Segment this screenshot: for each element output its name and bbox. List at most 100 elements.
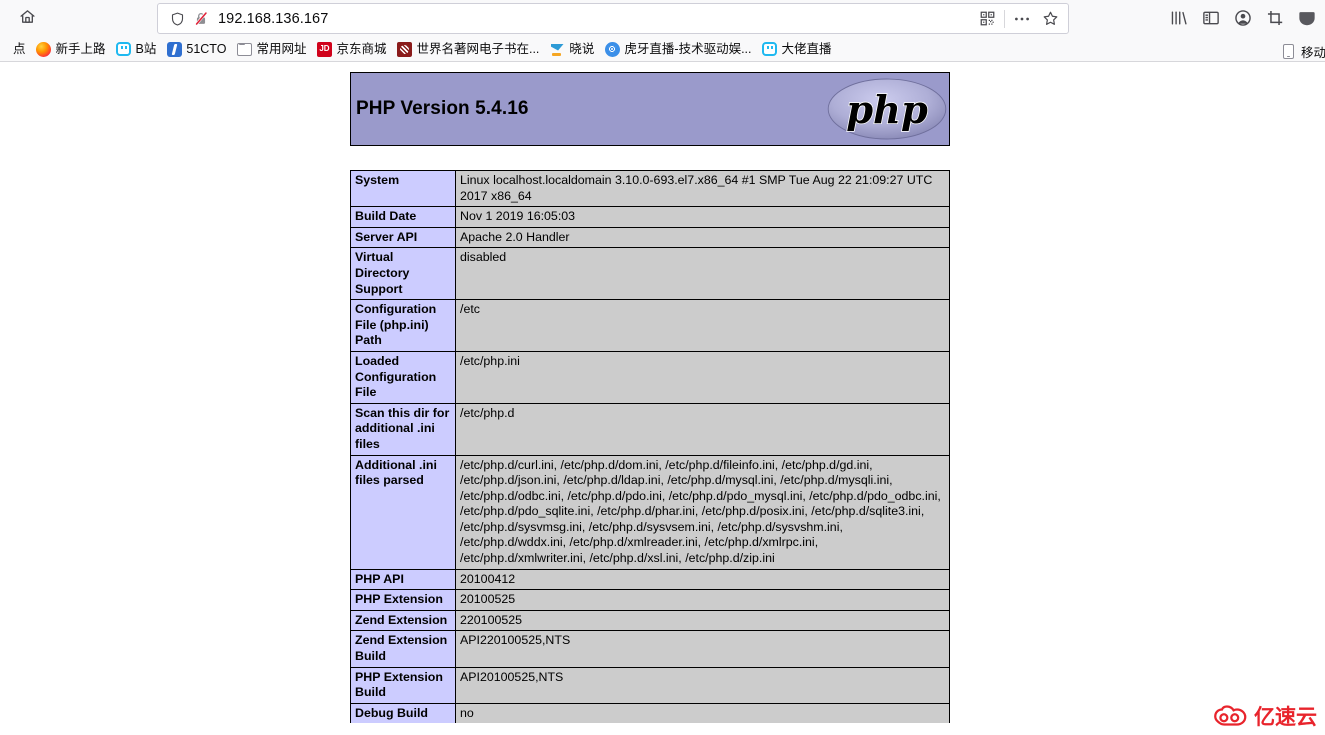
table-row: Configuration File (php.ini) Path /etc <box>350 299 950 352</box>
bookmark-item-book-site[interactable]: 世界名著网电子书在... <box>391 39 544 59</box>
three-dots-icon[interactable] <box>1008 6 1036 32</box>
row-key: Virtual Directory Support <box>350 247 456 301</box>
svg-text:php: php <box>846 88 928 133</box>
pocket-icon[interactable] <box>1291 3 1323 33</box>
star-icon[interactable] <box>1036 6 1064 32</box>
table-row: Zend Extension 220100525 <box>350 609 950 632</box>
bookmark-item-changyongwangzhi[interactable]: 常用网址 <box>231 39 311 59</box>
phpinfo-table: System Linux localhost.localdomain 3.10.… <box>350 169 950 724</box>
bookmark-label: 51CTO <box>186 42 227 56</box>
bookmark-label: 京东商城 <box>336 42 387 56</box>
bookmark-item-0[interactable]: 点 <box>0 39 31 59</box>
row-value: Nov 1 2019 16:05:03 <box>455 206 950 228</box>
jd-icon: JD <box>316 41 332 57</box>
table-row: PHP Extension Build API20100525,NTS <box>350 666 950 704</box>
shield-icon[interactable] <box>166 7 188 31</box>
phpinfo-table-body: System Linux localhost.localdomain 3.10.… <box>350 169 950 724</box>
table-row: Additional .ini files parsed /etc/php.d/… <box>350 454 950 570</box>
row-key: PHP API <box>350 568 456 591</box>
row-value: /etc/php.ini <box>455 350 950 404</box>
row-key: PHP Extension Build <box>350 666 456 704</box>
bookmark-item-bilibili[interactable]: B站 <box>111 39 162 59</box>
bookmark-item-dalao-zhibo[interactable]: 大佬直播 <box>757 39 837 59</box>
row-value: no <box>455 702 950 724</box>
huya-icon <box>604 41 620 57</box>
bookmark-label: 大佬直播 <box>781 42 832 56</box>
qr-code-icon[interactable] <box>973 6 1001 32</box>
bookmark-label: 晓说 <box>569 42 595 56</box>
bookmark-label: 新手上路 <box>55 42 106 56</box>
url-text[interactable]: 192.168.136.167 <box>212 11 973 27</box>
table-row: Debug Build no <box>350 702 950 724</box>
home-button[interactable] <box>10 4 44 34</box>
row-value: /etc/php.d <box>455 402 950 456</box>
bilibili-icon <box>116 41 132 57</box>
row-value: /etc/php.d/curl.ini, /etc/php.d/dom.ini,… <box>455 454 950 570</box>
bookmark-item-jd[interactable]: JD 京东商城 <box>311 39 391 59</box>
navigation-toolbar: 192.168.136.167 <box>0 0 1325 37</box>
bilibili-icon <box>762 41 778 57</box>
bookmark-label: 移动 <box>1300 46 1325 60</box>
row-key: Build Date <box>350 206 456 228</box>
row-value: API220100525,NTS <box>455 630 950 668</box>
row-key: PHP Extension <box>350 589 456 611</box>
row-value: API20100525,NTS <box>455 666 950 704</box>
row-key: Configuration File (php.ini) Path <box>350 299 456 352</box>
sidebar-icon[interactable] <box>1195 3 1227 33</box>
bookmark-label: 世界名著网电子书在... <box>416 42 540 56</box>
row-value: 20100525 <box>455 589 950 611</box>
clipped-bookmark-icon <box>0 41 9 57</box>
row-key: Debug Build <box>350 702 456 724</box>
bookmark-item-mobile[interactable]: 移动 <box>1276 40 1325 61</box>
row-key: Server API <box>350 226 456 249</box>
lock-crossed-out-icon[interactable] <box>190 7 212 31</box>
bookmark-label: B站 <box>135 42 157 56</box>
folder-icon <box>236 41 252 57</box>
browser-chrome: 192.168.136.167 点 新手上路 B站 51CTO 常用网址 JD … <box>0 0 1325 62</box>
table-row: System Linux localhost.localdomain 3.10.… <box>350 169 950 208</box>
row-key: Zend Extension <box>350 609 456 632</box>
table-row: Virtual Directory Support disabled <box>350 247 950 301</box>
row-key: System <box>350 169 456 208</box>
row-value: 220100525 <box>455 609 950 632</box>
bookmark-item-xinshoushanglu[interactable]: 新手上路 <box>31 39 111 59</box>
bookmarks-toolbar: 点 新手上路 B站 51CTO 常用网址 JD 京东商城 世界名著网电子书在..… <box>0 37 1325 61</box>
divider <box>1004 9 1005 28</box>
table-row: Loaded Configuration File /etc/php.ini <box>350 350 950 404</box>
table-row: PHP Extension 20100525 <box>350 589 950 611</box>
php-logo-icon: php <box>827 78 947 140</box>
table-row: PHP API 20100412 <box>350 568 950 591</box>
cloud-logo-icon <box>1214 705 1247 726</box>
php-version-banner: PHP Version 5.4.16 php <box>350 72 950 146</box>
row-key: Loaded Configuration File <box>350 350 456 404</box>
bookmark-label: 常用网址 <box>256 42 307 56</box>
watermark: 亿速云 <box>1213 705 1317 729</box>
row-value: disabled <box>455 247 950 301</box>
page-title: PHP Version 5.4.16 <box>356 98 529 119</box>
xiaoshuo-icon <box>549 41 565 57</box>
home-icon <box>19 8 36 30</box>
row-value: 20100412 <box>455 568 950 591</box>
row-key: Zend Extension Build <box>350 630 456 668</box>
row-value: Linux localhost.localdomain 3.10.0-693.e… <box>455 169 950 208</box>
account-icon[interactable] <box>1227 3 1259 33</box>
firefox-icon <box>36 41 52 57</box>
watermark-text: 亿速云 <box>1254 705 1317 729</box>
address-bar-actions <box>973 6 1064 32</box>
mobile-phone-icon <box>1281 44 1297 60</box>
bookmark-item-huya[interactable]: 虎牙直播-技术驱动娱... <box>599 39 756 59</box>
phpinfo-content: PHP Version 5.4.16 php System Linux loca… <box>350 72 950 724</box>
row-key: Additional .ini files parsed <box>350 454 456 570</box>
bookmark-item-51cto[interactable]: 51CTO <box>161 39 231 59</box>
row-key: Scan this dir for additional .ini files <box>350 402 456 456</box>
51cto-icon <box>166 41 182 57</box>
library-icon[interactable] <box>1163 3 1195 33</box>
bookmark-label: 虎牙直播-技术驱动娱... <box>624 42 752 56</box>
row-value: Apache 2.0 Handler <box>455 226 950 249</box>
book-site-icon <box>396 41 412 57</box>
page-viewport: PHP Version 5.4.16 php System Linux loca… <box>0 62 1325 735</box>
screenshot-icon[interactable] <box>1259 3 1291 33</box>
bookmark-item-xiaoshuo[interactable]: 晓说 <box>544 39 599 59</box>
identity-box[interactable] <box>166 7 212 31</box>
address-bar[interactable]: 192.168.136.167 <box>157 3 1069 34</box>
